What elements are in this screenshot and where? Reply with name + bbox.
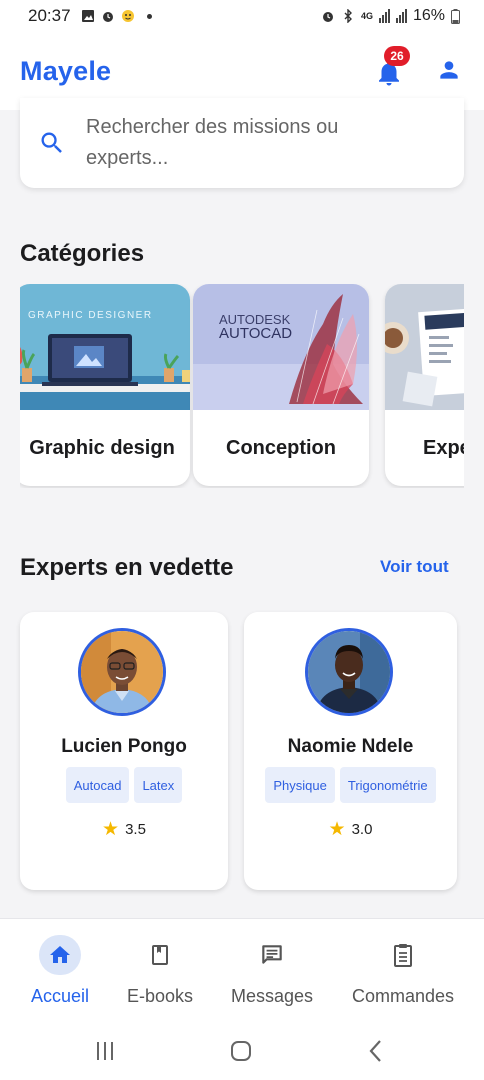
nav-label: E-books — [126, 986, 194, 1006]
nav-item-messages[interactable]: Messages — [222, 919, 322, 1019]
skill-tag: Physique — [265, 767, 335, 803]
skill-tags: Physique Trigonométrie — [244, 767, 457, 803]
rating-value: 3.0 — [351, 821, 373, 838]
notification-badge: 26 — [384, 46, 410, 66]
avatar — [305, 628, 393, 716]
autocad-banner-2: AUTOCAD — [219, 325, 292, 342]
message-icon — [262, 945, 282, 964]
skill-tag: Autocad — [65, 767, 130, 803]
expert-card-naomie[interactable]: Naomie Ndele Physique Trigonométrie ★ 3.… — [244, 612, 457, 890]
recent-apps-icon[interactable] — [92, 1038, 118, 1064]
expert-rating: ★ 3.0 — [244, 818, 457, 841]
expert-photo — [308, 631, 390, 713]
expert-name: Lucien Pongo — [61, 736, 187, 757]
resume-image — [385, 284, 464, 410]
nav-icon-background — [251, 935, 293, 975]
nav-item-ebooks[interactable]: E-books — [120, 919, 200, 1019]
nav-icon-background — [139, 935, 181, 975]
nav-label: Commandes — [351, 986, 455, 1006]
notifications-button[interactable]: 26 — [374, 46, 410, 88]
skill-tag: Trigonométrie — [339, 767, 436, 803]
app-logo[interactable]: Mayele — [20, 56, 111, 87]
network-type: 4G — [360, 11, 373, 21]
category-label: Expe — [423, 436, 464, 459]
nav-item-accueil[interactable]: Accueil — [18, 919, 102, 1019]
nav-label: Accueil — [30, 986, 90, 1006]
expert-name: Naomie Ndele — [287, 736, 414, 757]
clipboard-icon — [394, 944, 412, 967]
expert-card-lucien[interactable]: Lucien Pongo Autocad Latex ★ 3.5 — [20, 612, 228, 890]
search-placeholder-line1: Rechercher des missions ou — [86, 116, 339, 138]
category-card-graphic-design[interactable]: GRAPHIC DESIGNER Graphic design — [20, 284, 190, 486]
status-bar: 20:37 4G 16% — [0, 0, 484, 32]
alarm-icon — [102, 12, 113, 22]
battery-level: 16% — [412, 7, 445, 24]
see-all-link[interactable]: Voir tout — [380, 557, 449, 577]
category-card-conception[interactable]: AUTODESK AUTOCAD Conception — [193, 284, 369, 486]
category-label: Graphic design — [29, 436, 175, 459]
skill-tags: Autocad Latex — [20, 767, 228, 803]
rating-value: 3.5 — [125, 821, 146, 838]
notification-dot — [146, 13, 152, 19]
category-label: Conception — [226, 436, 336, 459]
home-icon — [50, 946, 70, 963]
nav-label: Messages — [230, 986, 314, 1006]
autocad-image: AUTODESK AUTOCAD — [193, 284, 369, 410]
bottom-navigation: Accueil E-books Messages Commandes — [0, 918, 484, 1022]
battery-icon — [451, 8, 460, 24]
categories-title: Catégories — [20, 240, 145, 267]
search-bar[interactable]: Rechercher des missions ou experts... — [20, 98, 464, 188]
nav-item-commandes[interactable]: Commandes — [344, 919, 462, 1019]
profile-icon[interactable] — [436, 57, 462, 83]
search-placeholder-line2: experts... — [86, 147, 169, 169]
status-time: 20:37 — [28, 6, 71, 25]
category-card-expertise[interactable]: Expe — [385, 284, 464, 486]
expert-photo — [81, 631, 163, 713]
bluetooth-icon — [344, 9, 352, 23]
home-button-icon[interactable] — [228, 1038, 254, 1064]
search-icon — [41, 132, 62, 153]
alarm-status-icon — [322, 12, 333, 22]
signal-icon — [378, 9, 390, 23]
emoji-app-icon — [121, 10, 134, 22]
back-icon[interactable] — [364, 1038, 390, 1064]
graphic-design-image: GRAPHIC DESIGNER — [20, 284, 190, 410]
featured-title: Experts en vedette — [20, 554, 234, 581]
graphic-design-banner: GRAPHIC DESIGNER — [28, 310, 153, 321]
system-navigation-bar — [0, 1022, 484, 1080]
nav-icon-background — [382, 935, 424, 975]
categories-carousel[interactable]: GRAPHIC DESIGNER Graphic design AUTODESK… — [20, 284, 464, 488]
expert-rating: ★ 3.5 — [20, 818, 228, 841]
gallery-icon — [81, 10, 94, 22]
signal-icon-2 — [395, 9, 407, 23]
avatar — [78, 628, 166, 716]
star-icon: ★ — [102, 819, 120, 840]
nav-icon-background — [39, 935, 81, 975]
star-icon: ★ — [328, 819, 346, 840]
skill-tag: Latex — [134, 767, 183, 803]
search-input[interactable]: Rechercher des missions ou experts... — [86, 112, 386, 174]
book-icon — [152, 945, 168, 965]
